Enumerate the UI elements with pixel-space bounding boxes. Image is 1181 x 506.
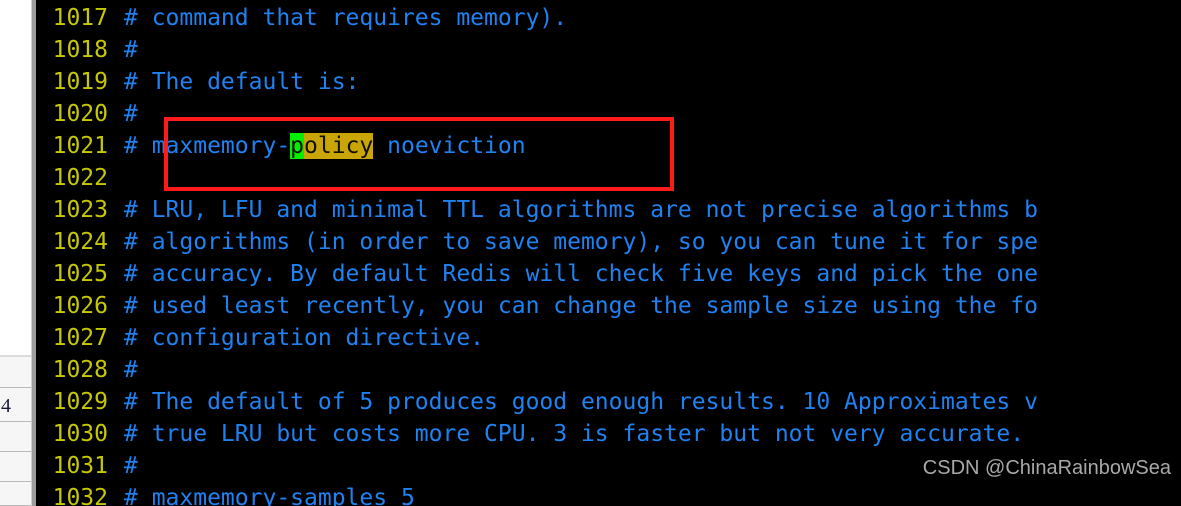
line-number: 1031 bbox=[52, 453, 108, 479]
grid-rule bbox=[0, 421, 31, 422]
code-text: # maxmemory-samples 5 bbox=[124, 485, 415, 506]
line-number: 1026 bbox=[52, 293, 108, 319]
code-text: # bbox=[124, 453, 138, 479]
code-line[interactable]: 1019 # The default is: bbox=[36, 66, 1181, 98]
background-app-panel-lower bbox=[0, 355, 31, 506]
grid-rule bbox=[0, 451, 31, 452]
code-line[interactable]: 1021 # maxmemory-policy noeviction bbox=[36, 130, 1181, 162]
screenshot-root: 4 1017 # command that requires memory). 10… bbox=[0, 0, 1181, 506]
line-number: 1024 bbox=[52, 229, 108, 255]
line-number: 1017 bbox=[52, 5, 108, 31]
code-text: # command that requires memory). bbox=[124, 5, 568, 31]
code-text: # used least recently, you can change th… bbox=[124, 293, 1038, 319]
line-number: 1022 bbox=[52, 165, 108, 191]
code-line[interactable]: 1017 # command that requires memory). bbox=[36, 2, 1181, 34]
code-line[interactable]: 1030 # true LRU but costs more CPU. 3 is … bbox=[36, 418, 1181, 450]
code-line[interactable]: 1022 bbox=[36, 162, 1181, 194]
code-text: # bbox=[124, 357, 138, 383]
line-number: 1029 bbox=[52, 389, 108, 415]
search-match-highlight: olicy bbox=[304, 133, 374, 159]
watermark-label: CSDN @ChinaRainbowSea bbox=[922, 457, 1171, 479]
background-app-panel: 4 bbox=[0, 0, 31, 506]
line-number: 1028 bbox=[52, 357, 108, 383]
code-line[interactable]: 1032 # maxmemory-samples 5 bbox=[36, 482, 1181, 506]
code-line[interactable]: 1029 # The default of 5 produces good eno… bbox=[36, 386, 1181, 418]
code-text: # true LRU but costs more CPU. 3 is fast… bbox=[124, 421, 1025, 447]
line-number: 1023 bbox=[52, 197, 108, 223]
code-text: # LRU, LFU and minimal TTL algorithms ar… bbox=[124, 197, 1038, 223]
code-line[interactable]: 1020 # bbox=[36, 98, 1181, 130]
line-number: 1032 bbox=[52, 485, 108, 506]
code-line[interactable]: 1018 # bbox=[36, 34, 1181, 66]
grid-rule bbox=[0, 387, 31, 388]
code-text-suffix: noeviction bbox=[373, 133, 526, 159]
line-number: 1020 bbox=[52, 101, 108, 127]
terminal-editor-pane[interactable]: 1017 # command that requires memory). 1018… bbox=[36, 0, 1181, 506]
code-text: # algorithms (in order to save memory), … bbox=[124, 229, 1038, 255]
line-number: 1025 bbox=[52, 261, 108, 287]
code-text: # bbox=[124, 101, 138, 127]
cursor-highlight-char: p bbox=[290, 133, 305, 159]
code-text-prefix: # maxmemory- bbox=[124, 133, 291, 159]
code-text: # accuracy. By default Redis will check … bbox=[124, 261, 1038, 287]
code-line[interactable]: 1027 # configuration directive. bbox=[36, 322, 1181, 354]
code-text: # The default is: bbox=[124, 69, 360, 95]
line-number: 1019 bbox=[52, 69, 108, 95]
background-app-panel-upper bbox=[0, 0, 31, 355]
line-number: 1018 bbox=[52, 37, 108, 63]
panel-divider bbox=[0, 355, 31, 357]
code-line[interactable]: 1028 # bbox=[36, 354, 1181, 386]
code-line[interactable]: 1023 # LRU, LFU and minimal TTL algorithm… bbox=[36, 194, 1181, 226]
background-app-cell-value: 4 bbox=[1, 395, 11, 417]
code-line[interactable]: 1025 # accuracy. By default Redis will ch… bbox=[36, 258, 1181, 290]
code-text: # The default of 5 produces good enough … bbox=[124, 389, 1038, 415]
line-number: 1030 bbox=[52, 421, 108, 447]
code-line[interactable]: 1026 # used least recently, you can chang… bbox=[36, 290, 1181, 322]
code-line[interactable]: 1024 # algorithms (in order to save memor… bbox=[36, 226, 1181, 258]
grid-rule bbox=[0, 481, 31, 482]
line-number: 1021 bbox=[52, 133, 108, 159]
code-text: # bbox=[124, 37, 138, 63]
line-number: 1027 bbox=[52, 325, 108, 351]
code-text: # configuration directive. bbox=[124, 325, 485, 351]
